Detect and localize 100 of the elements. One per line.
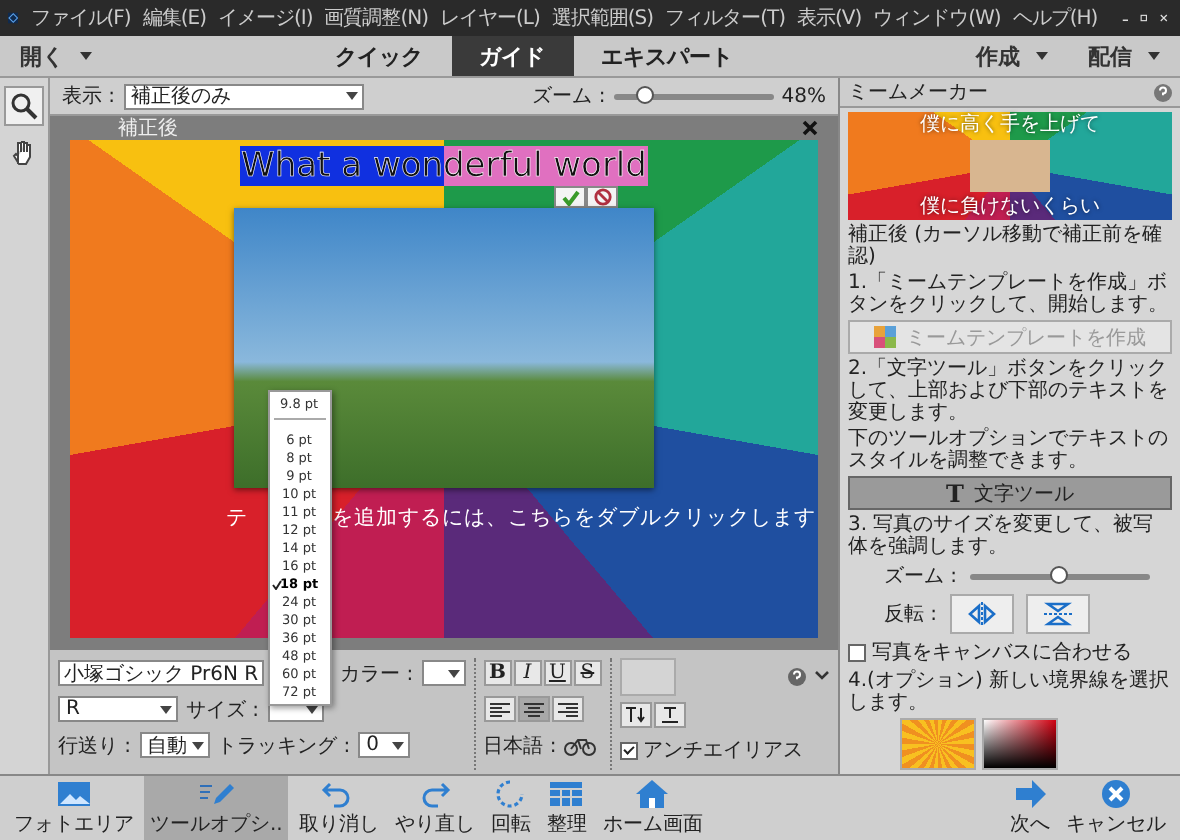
taskbar-button[interactable]: ホーム画面 bbox=[596, 776, 709, 840]
meme-bottom-text[interactable]: テ bbox=[226, 504, 248, 532]
pencil-icon bbox=[198, 779, 235, 807]
panel-title: ミームメーカー bbox=[848, 80, 988, 106]
gradient-border-thumbnail[interactable] bbox=[982, 718, 1058, 770]
mode-tab[interactable]: エキスパート bbox=[573, 36, 761, 76]
preview-caption: 補正後 (カーソル移動で補正前を確認) bbox=[848, 224, 1165, 268]
caret-icon bbox=[191, 741, 204, 749]
font-field[interactable]: 小塚ゴシック Pr6N R bbox=[58, 660, 265, 686]
caret-icon bbox=[1148, 52, 1160, 60]
language-label: 日本語 : bbox=[483, 733, 557, 759]
format-button[interactable]: I bbox=[513, 660, 542, 686]
format-button[interactable]: S bbox=[573, 660, 602, 686]
format-button[interactable]: U bbox=[543, 660, 572, 686]
align-icon bbox=[557, 701, 578, 717]
menu-item[interactable]: ファイル(F) bbox=[30, 4, 131, 32]
align-button[interactable] bbox=[551, 696, 584, 722]
vertical-text-button[interactable] bbox=[653, 702, 686, 728]
bicycle-icon[interactable] bbox=[564, 735, 597, 755]
format-button[interactable]: B bbox=[483, 660, 512, 686]
style-dropdown[interactable]: R bbox=[58, 696, 178, 722]
flip-label: 反転 : bbox=[884, 602, 938, 628]
tracking-label: トラッキング : bbox=[217, 733, 351, 759]
align-button[interactable] bbox=[483, 696, 516, 722]
zoom-tool[interactable] bbox=[4, 86, 44, 126]
taskbar-button[interactable]: 回転 bbox=[484, 776, 537, 840]
flip-horizontal-icon bbox=[967, 602, 996, 626]
taskbar-button[interactable]: ツールオプシ.. bbox=[144, 776, 289, 840]
caret-icon bbox=[447, 669, 460, 677]
meme-bottom-text[interactable]: を追加するには、こちらをダブルクリックします bbox=[332, 504, 816, 532]
antialias-checkbox[interactable]: アンチエイリアス bbox=[619, 736, 830, 764]
zoom-value: 48% bbox=[781, 85, 826, 107]
size-label: サイズ : bbox=[186, 697, 260, 723]
taskbar-button[interactable]: やり直し bbox=[388, 776, 481, 840]
caret-icon bbox=[1036, 52, 1048, 60]
view-title: 補正後 bbox=[118, 115, 178, 142]
menu-item[interactable]: イメージ(I) bbox=[217, 4, 313, 32]
menu-item[interactable]: フィルター(T) bbox=[665, 4, 785, 32]
mode-tab[interactable]: クイック bbox=[307, 36, 451, 76]
color-dropdown[interactable] bbox=[421, 660, 466, 686]
step-text: 3. 写真のサイズを変更して、被写体を強調します。 bbox=[848, 514, 1156, 558]
zoom-label: ズーム : bbox=[884, 564, 958, 590]
menu-item[interactable]: 表示(V) bbox=[796, 4, 862, 32]
hint-text: 下のツールオプションでテキストのスタイルを調整できます。 bbox=[848, 428, 1170, 472]
grid-icon bbox=[548, 779, 585, 807]
cancel-wizard-button[interactable]: キャンセル bbox=[1060, 776, 1172, 840]
open-button[interactable]: 開く bbox=[0, 36, 112, 76]
type-tool-button[interactable]: T 文字ツール bbox=[848, 476, 1172, 510]
chevron-icon[interactable] bbox=[814, 670, 830, 682]
step-text: 4.(オプション) 新しい境界線を選択します。 bbox=[848, 670, 1172, 714]
check-icon bbox=[561, 189, 579, 205]
slider-thumb[interactable] bbox=[635, 85, 654, 103]
leading-label: 行送り : bbox=[58, 733, 132, 759]
step-text: 1.「ミームテンプレートを作成」ボタンをクリックして、開始します。 bbox=[848, 272, 1170, 316]
style-swatch[interactable] bbox=[619, 657, 676, 695]
help-icon[interactable] bbox=[788, 667, 806, 685]
template-icon bbox=[874, 326, 896, 348]
caret-icon bbox=[160, 705, 172, 713]
next-button[interactable]: 次へ bbox=[1004, 776, 1056, 840]
view-label: 表示 : bbox=[62, 83, 116, 110]
taskbar-button[interactable]: フォトエリア bbox=[8, 776, 140, 840]
taskbar-button[interactable]: 取り消し bbox=[292, 776, 385, 840]
align-button[interactable] bbox=[517, 696, 550, 722]
horizontal-text-button[interactable] bbox=[619, 702, 652, 728]
zoom-label: ズーム : bbox=[532, 84, 606, 110]
taskbar-button[interactable]: 整理 bbox=[540, 776, 593, 840]
text-direction-icon bbox=[625, 706, 646, 724]
share-button[interactable]: 配信 bbox=[1068, 36, 1180, 76]
caret-icon bbox=[345, 92, 358, 100]
close-icon bbox=[1102, 779, 1130, 807]
photo-placeholder bbox=[970, 140, 1050, 192]
flip-horizontal-button[interactable] bbox=[949, 594, 1014, 634]
mode-tab[interactable]: ガイド bbox=[451, 36, 573, 76]
slider-thumb[interactable] bbox=[1049, 565, 1068, 583]
tracking-dropdown[interactable]: 0 bbox=[358, 732, 411, 758]
menu-item[interactable]: 編集(E) bbox=[142, 4, 206, 32]
arrow-right-icon bbox=[1014, 779, 1046, 807]
text-baseline-icon bbox=[659, 706, 680, 724]
align-icon bbox=[489, 701, 510, 717]
burst-border-thumbnail[interactable] bbox=[900, 718, 976, 770]
rotate-icon bbox=[492, 779, 529, 807]
cancel-button[interactable] bbox=[586, 186, 618, 208]
close-icon[interactable] bbox=[802, 120, 818, 136]
menu-item[interactable]: ウィンドウ(W) bbox=[873, 4, 1001, 32]
menu-item[interactable]: 画質調整(N) bbox=[324, 4, 429, 32]
menu-item[interactable]: レイヤー(L) bbox=[440, 4, 540, 32]
flip-vertical-button[interactable] bbox=[1025, 594, 1090, 634]
commit-button[interactable] bbox=[554, 186, 586, 208]
picture-icon bbox=[56, 779, 92, 807]
step-text: 2.「文字ツール」ボタンをクリックして、上部および下部のテキストを変更します。 bbox=[848, 358, 1170, 424]
fit-checkbox[interactable]: 写真をキャンバスに合わせる bbox=[848, 638, 1172, 666]
create-button[interactable]: 作成 bbox=[956, 36, 1068, 76]
color-label: カラー : bbox=[340, 661, 414, 687]
view-dropdown[interactable]: 補正後のみ bbox=[123, 83, 364, 109]
menu-item[interactable]: ヘルプ(H) bbox=[1012, 4, 1098, 32]
search-icon bbox=[10, 92, 38, 120]
menu-item[interactable]: 選択範囲(S) bbox=[551, 4, 654, 32]
caret-icon bbox=[80, 52, 92, 60]
leading-dropdown[interactable]: 自動 bbox=[139, 732, 210, 758]
help-icon[interactable] bbox=[1154, 83, 1172, 101]
